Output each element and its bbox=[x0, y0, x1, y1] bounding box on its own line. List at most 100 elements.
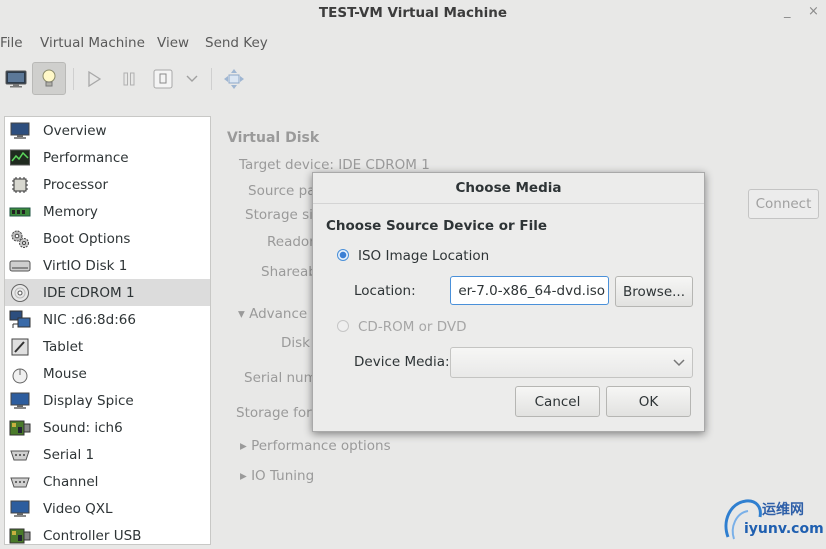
pause-icon[interactable] bbox=[117, 62, 141, 96]
sidebar-item-channel[interactable]: Channel bbox=[5, 468, 210, 495]
menu-file[interactable]: File bbox=[0, 35, 23, 51]
expander-down-icon: ▾ bbox=[238, 306, 250, 322]
title-bar: TEST-VM Virtual Machine _ × bbox=[0, 0, 826, 28]
sidebar-item-ide-cdrom[interactable]: IDE CDROM 1 bbox=[5, 279, 210, 306]
browse-button[interactable]: Browse... bbox=[615, 276, 693, 307]
dialog-heading: Choose Source Device or File bbox=[326, 218, 547, 234]
sidebar-item-label: IDE CDROM 1 bbox=[43, 284, 135, 301]
cdrom-disc-icon bbox=[9, 283, 31, 303]
sidebar-item-virtio-disk[interactable]: VirtIO Disk 1 bbox=[5, 252, 210, 279]
iso-image-radio[interactable] bbox=[337, 249, 349, 261]
sidebar-item-nic[interactable]: NIC :d6:8d:66 bbox=[5, 306, 210, 333]
memory-module-icon bbox=[9, 202, 31, 222]
fullscreen-icon[interactable] bbox=[221, 62, 247, 96]
menu-virtual-machine[interactable]: Virtual Machine bbox=[40, 35, 145, 51]
storage-format-label: Storage for bbox=[236, 405, 312, 421]
processor-chip-icon bbox=[9, 175, 31, 195]
serial-number-label: Serial num bbox=[244, 370, 317, 386]
channel-port-icon bbox=[9, 472, 31, 492]
sidebar-item-label: Memory bbox=[43, 203, 98, 220]
lightbulb-icon[interactable] bbox=[32, 62, 66, 95]
watermark-text-url: iyunv.com bbox=[744, 521, 824, 537]
device-media-label: Device Media: bbox=[354, 354, 450, 370]
sidebar-item-label: Processor bbox=[43, 176, 109, 193]
shareable-label: Shareab bbox=[261, 264, 317, 280]
display-monitor-icon bbox=[9, 391, 31, 411]
window-title: TEST-VM Virtual Machine bbox=[318, 5, 508, 21]
sidebar-item-mouse[interactable]: Mouse bbox=[5, 360, 210, 387]
sidebar-item-label: Serial 1 bbox=[43, 446, 95, 463]
cancel-button[interactable]: Cancel bbox=[515, 386, 600, 417]
cdrom-dvd-radio[interactable] bbox=[337, 320, 349, 332]
sidebar-item-performance[interactable]: Performance bbox=[5, 144, 210, 171]
sidebar-item-sound[interactable]: Sound: ich6 bbox=[5, 414, 210, 441]
hardware-list[interactable]: Overview Performance Processor Memory Bo… bbox=[4, 116, 211, 545]
sidebar-item-memory[interactable]: Memory bbox=[5, 198, 210, 225]
sidebar-item-label: Performance bbox=[43, 149, 129, 166]
minimize-icon[interactable]: _ bbox=[784, 4, 791, 19]
sidebar-item-boot-options[interactable]: Boot Options bbox=[5, 225, 210, 252]
section-title: Virtual Disk bbox=[227, 130, 320, 146]
mouse-icon bbox=[9, 364, 31, 384]
disk-label: Disk bbox=[281, 335, 310, 351]
location-value: er-7.0-x86_64-dvd.iso bbox=[458, 282, 605, 299]
chevron-down-icon bbox=[673, 359, 685, 367]
dialog-title: Choose Media bbox=[455, 180, 562, 196]
sidebar-item-label: Overview bbox=[43, 122, 107, 139]
expander-right-icon: ▸ bbox=[240, 438, 252, 454]
location-input[interactable]: er-7.0-x86_64-dvd.iso bbox=[450, 276, 609, 305]
performance-options-label: Performance options bbox=[251, 438, 391, 454]
watermark-logo: 运维网 iyunv.com bbox=[722, 495, 826, 545]
video-monitor-icon bbox=[9, 499, 31, 519]
io-tuning-label: IO Tuning bbox=[251, 468, 315, 484]
hard-disk-icon bbox=[9, 256, 31, 276]
advanced-label: Advance bbox=[249, 306, 308, 322]
sidebar-item-display-spice[interactable]: Display Spice bbox=[5, 387, 210, 414]
sidebar-item-tablet[interactable]: Tablet bbox=[5, 333, 210, 360]
network-icon bbox=[9, 310, 31, 330]
storage-size-label: Storage si bbox=[245, 207, 313, 223]
sidebar-item-label: Sound: ich6 bbox=[43, 419, 123, 436]
cdrom-dvd-label[interactable]: CD-ROM or DVD bbox=[358, 319, 467, 335]
play-icon[interactable] bbox=[82, 62, 106, 96]
boot-gears-icon bbox=[9, 229, 31, 249]
controller-card-icon bbox=[9, 526, 31, 546]
sidebar-item-label: Video QXL bbox=[43, 500, 113, 517]
sidebar-item-processor[interactable]: Processor bbox=[5, 171, 210, 198]
overview-monitor-icon bbox=[9, 121, 31, 141]
serial-port-icon bbox=[9, 445, 31, 465]
advanced-expander[interactable]: ▾ Advance bbox=[238, 306, 307, 322]
performance-graph-icon bbox=[9, 148, 31, 168]
connect-button[interactable]: Connect bbox=[748, 189, 819, 219]
sidebar-item-video-qxl[interactable]: Video QXL bbox=[5, 495, 210, 522]
sidebar-item-label: Controller USB bbox=[43, 527, 142, 544]
choose-media-dialog: Choose Media Choose Source Device or Fil… bbox=[312, 172, 705, 432]
sidebar-item-label: Tablet bbox=[43, 338, 84, 355]
tablet-icon bbox=[9, 337, 31, 357]
sidebar-item-label: Display Spice bbox=[43, 392, 134, 409]
sidebar-item-label: Boot Options bbox=[43, 230, 131, 247]
sidebar-item-label: VirtIO Disk 1 bbox=[43, 257, 128, 274]
toolbar-separator bbox=[211, 68, 212, 90]
expander-right-icon: ▸ bbox=[240, 468, 252, 484]
menu-view[interactable]: View bbox=[157, 35, 189, 51]
ok-button[interactable]: OK bbox=[606, 386, 691, 417]
toolbar-separator bbox=[73, 68, 74, 90]
sidebar-item-serial[interactable]: Serial 1 bbox=[5, 441, 210, 468]
monitor-icon[interactable] bbox=[2, 62, 30, 96]
sound-card-icon bbox=[9, 418, 31, 438]
close-icon[interactable]: × bbox=[808, 4, 819, 19]
source-path-label: Source pa bbox=[248, 183, 316, 199]
device-media-select[interactable] bbox=[450, 347, 693, 378]
sidebar-item-label: Channel bbox=[43, 473, 99, 490]
iso-image-label[interactable]: ISO Image Location bbox=[358, 248, 489, 264]
dialog-title-separator bbox=[313, 203, 704, 204]
io-tuning-expander[interactable]: ▸ IO Tuning bbox=[240, 468, 314, 484]
sidebar-item-overview[interactable]: Overview bbox=[5, 117, 210, 144]
sidebar-item-label: Mouse bbox=[43, 365, 87, 382]
chevron-down-icon[interactable] bbox=[182, 62, 202, 96]
performance-options-expander[interactable]: ▸ Performance options bbox=[240, 438, 391, 454]
power-icon[interactable] bbox=[151, 62, 175, 96]
menu-send-key[interactable]: Send Key bbox=[205, 35, 268, 51]
sidebar-item-label: NIC :d6:8d:66 bbox=[43, 311, 136, 328]
